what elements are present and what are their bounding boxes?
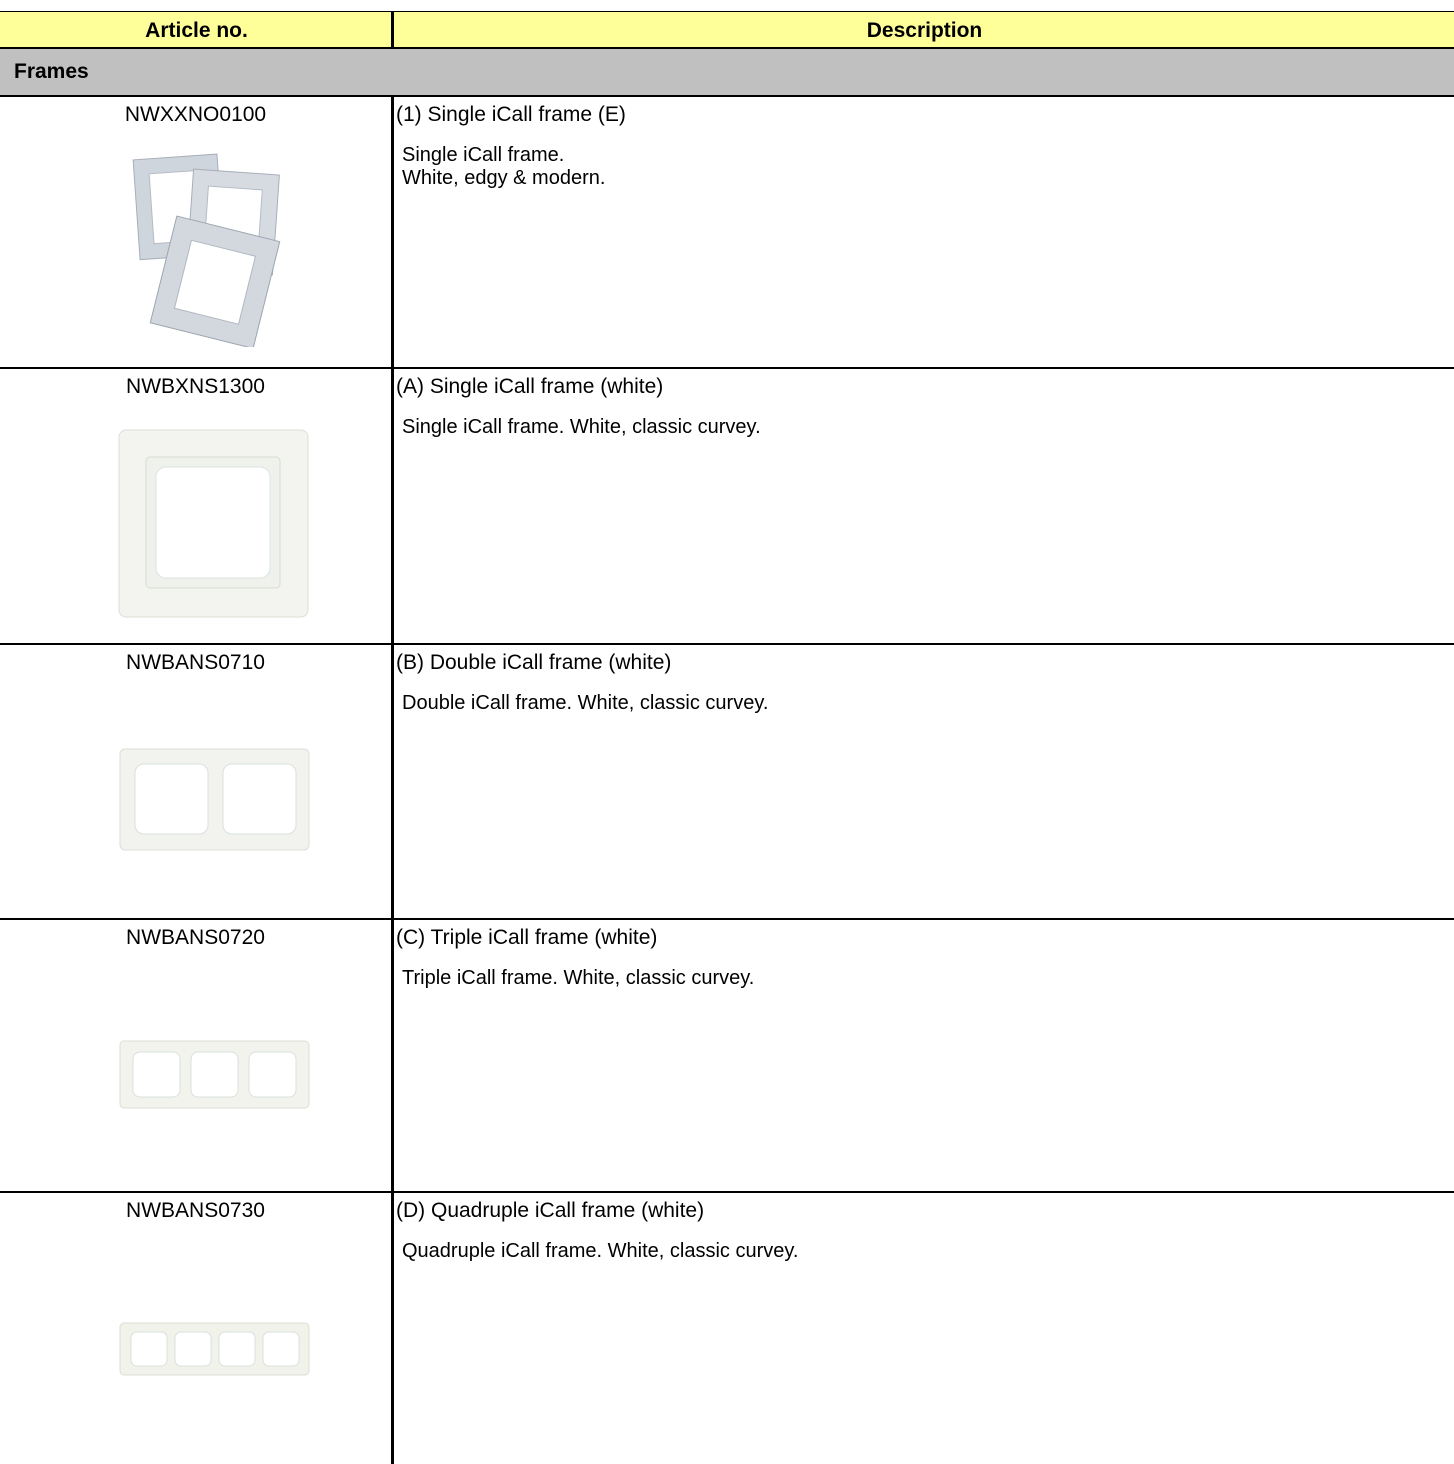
product-title: (C) Triple iCall frame (white) [396, 926, 658, 949]
stacked-frames-image [130, 152, 295, 347]
section-title: Frames [14, 60, 89, 83]
product-table: Article no. Description Frames NWXXNO010… [0, 11, 1454, 1464]
product-description: Quadruple iCall frame. White, classic cu… [402, 1240, 799, 1262]
quadruple-frame-image [119, 1322, 311, 1377]
article-number: NWBANS0730 [126, 1199, 265, 1222]
table-row: NWBANS0720 (C) Triple iCall frame (white… [0, 920, 1454, 1193]
product-title: (B) Double iCall frame (white) [396, 651, 672, 674]
section-row-frames: Frames [0, 49, 1454, 97]
table-row: NWXXNO0100 (1) Single iCall frame (E) Si… [0, 97, 1454, 369]
header-description: Description [866, 19, 983, 42]
table-row: NWBANS0710 (B) Double iCall frame (white… [0, 645, 1454, 920]
product-description: Single iCall frame. White, edgy & modern… [402, 144, 606, 189]
article-number: NWBANS0720 [126, 926, 265, 949]
product-title: (1) Single iCall frame (E) [396, 103, 626, 126]
product-title: (A) Single iCall frame (white) [396, 375, 664, 398]
triple-frame-image [119, 1040, 311, 1110]
product-description: Double iCall frame. White, classic curve… [402, 692, 769, 714]
article-number: NWBXNS1300 [126, 375, 265, 398]
double-frame-image [119, 748, 311, 852]
product-description: Triple iCall frame. White, classic curve… [402, 967, 755, 989]
table-row: NWBANS0730 (D) Quadruple iCall frame (wh… [0, 1193, 1454, 1464]
product-title: (D) Quadruple iCall frame (white) [396, 1199, 705, 1222]
article-number: NWBANS0710 [126, 651, 265, 674]
column-divider [391, 11, 394, 49]
header-article-no: Article no. [145, 19, 248, 42]
single-frame-image [118, 429, 310, 619]
article-number: NWXXNO0100 [124, 103, 267, 126]
product-description: Single iCall frame. White, classic curve… [402, 416, 761, 438]
table-header: Article no. Description [0, 11, 1454, 49]
table-row: NWBXNS1300 (A) Single iCall frame (white… [0, 369, 1454, 645]
